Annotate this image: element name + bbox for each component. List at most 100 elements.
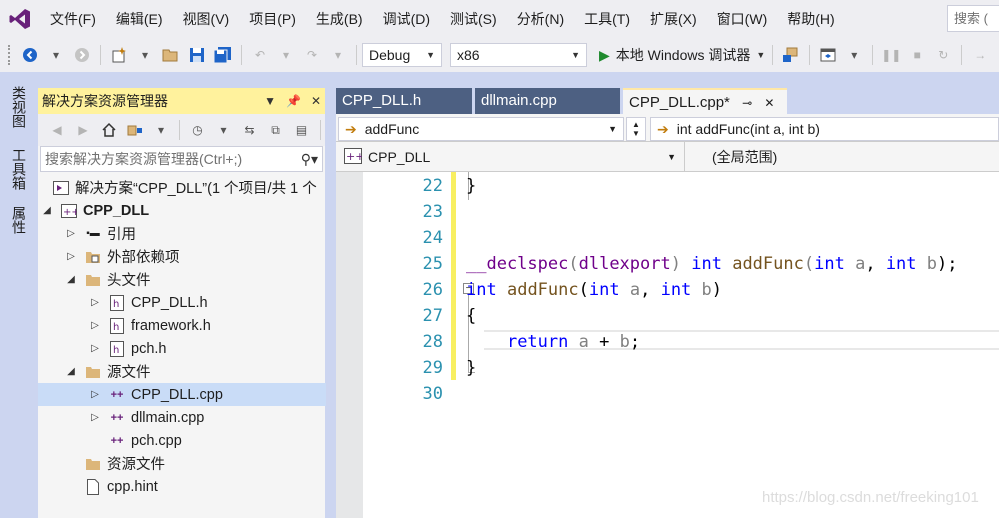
tree-item-references[interactable]: ▷ ▪▬ 引用 [38, 222, 326, 245]
undo-dropdown-icon[interactable]: ▾ [275, 43, 297, 67]
sync-with-active-document-icon[interactable]: ⇆ [239, 118, 261, 142]
forward-icon[interactable]: ▶ [72, 118, 94, 142]
solution-explorer-search-input[interactable]: 搜索解决方案资源管理器(Ctrl+;) ⚲▾ [40, 146, 323, 172]
solution-config-select[interactable]: Debug ▼ [362, 43, 442, 67]
switch-views-dropdown-icon[interactable]: ▾ [150, 118, 172, 142]
member-select[interactable]: ➔ addFunc ▼ [338, 117, 624, 141]
redo-dropdown-icon[interactable]: ▾ [327, 43, 349, 67]
back-dropdown-icon[interactable]: ▾ [45, 43, 67, 67]
filter-dropdown-icon[interactable]: ▾ [213, 118, 235, 142]
code-line: __declspec(dllexport) int addFunc(int a,… [466, 254, 958, 274]
tab-cpp-dll-h[interactable]: CPP_DLL.h [336, 88, 472, 114]
restart-icon[interactable]: ↻ [932, 43, 954, 67]
pending-changes-filter-icon[interactable]: ◷ [187, 118, 209, 142]
collapse-all-icon[interactable]: ⧉ [265, 118, 287, 142]
menu-help[interactable]: 帮助(H) [777, 0, 844, 38]
collapsed-arrow-icon[interactable]: ▷ [88, 320, 102, 331]
expanded-arrow-icon[interactable]: ◢ [64, 274, 78, 285]
save-icon[interactable] [186, 43, 208, 67]
undo-icon[interactable]: ↶ [249, 43, 271, 67]
new-dropdown-icon[interactable]: ▾ [134, 43, 156, 67]
close-icon[interactable]: ✕ [764, 96, 774, 110]
tree-item-source-files[interactable]: ◢ 源文件 [38, 360, 326, 383]
splitter-button[interactable]: ▲ ▼ [626, 117, 646, 141]
tree-item-pch-cpp[interactable]: ++ pch.cpp [38, 429, 326, 452]
pin-icon[interactable]: ⊸ [742, 96, 752, 110]
tree-item-framework-h[interactable]: ▷ h framework.h [38, 314, 326, 337]
toolbar-separator [319, 120, 320, 140]
menu-build[interactable]: 生成(B) [306, 0, 373, 38]
show-next-statement-icon[interactable]: → [969, 43, 991, 67]
line-number: 27 [422, 306, 443, 326]
class-view-tab[interactable]: 类视图 [9, 86, 27, 128]
pin-icon[interactable]: 📌 [286, 94, 301, 108]
menu-search-input[interactable]: 搜索 ( [947, 5, 999, 32]
code-editor[interactable]: 22 23 24 25 26 27 28 29 30 − } __declspe… [336, 172, 999, 518]
scope-select[interactable]: (全局范围) [706, 145, 996, 169]
stop-icon[interactable]: ■ [906, 43, 928, 67]
project-select[interactable]: ++ CPP_DLL ▼ [338, 145, 682, 169]
toolbox-tab[interactable]: 工具箱 [9, 148, 27, 190]
menu-debug[interactable]: 调试(D) [373, 0, 440, 38]
expanded-arrow-icon[interactable]: ◢ [64, 366, 78, 377]
toolbar-grip[interactable] [8, 45, 12, 65]
open-file-icon[interactable] [160, 43, 182, 67]
pause-icon[interactable]: ❚❚ [880, 43, 902, 67]
window-position-dropdown-icon[interactable]: ▼ [264, 94, 276, 108]
code-line: } [466, 358, 477, 378]
menu-edit[interactable]: 编辑(E) [106, 0, 173, 38]
browser-link-icon[interactable] [817, 43, 839, 67]
tree-item-cpp-dll-cpp[interactable]: ▷ ++ CPP_DLL.cpp [38, 383, 326, 406]
collapsed-arrow-icon[interactable]: ▷ [88, 297, 102, 308]
save-all-icon[interactable] [212, 43, 234, 67]
menu-extensions[interactable]: 扩展(X) [640, 0, 707, 38]
menu-view[interactable]: 视图(V) [173, 0, 240, 38]
chevron-up-icon: ▲ [632, 120, 640, 129]
menu-project[interactable]: 项目(P) [239, 0, 306, 38]
tree-item-cpp-dll-h[interactable]: ▷ h CPP_DLL.h [38, 291, 326, 314]
tree-item-resource-files[interactable]: 资源文件 [38, 452, 326, 475]
tree-item-cpp-hint[interactable]: cpp.hint [38, 475, 326, 498]
collapsed-arrow-icon[interactable]: ▷ [88, 343, 102, 354]
menu-window[interactable]: 窗口(W) [707, 0, 778, 38]
menu-analyze[interactable]: 分析(N) [507, 0, 574, 38]
tree-item-external-deps[interactable]: ▷ 外部依赖项 [38, 245, 326, 268]
menu-test[interactable]: 测试(S) [440, 0, 507, 38]
toolbar-separator [241, 45, 242, 65]
back-icon[interactable]: ◀ [46, 118, 68, 142]
visual-studio-logo-icon[interactable] [0, 0, 40, 38]
member-navigation-bar: ➔ addFunc ▼ ▲ ▼ ➔ int addFunc(int a, int… [336, 114, 999, 142]
expanded-arrow-icon[interactable]: ◢ [40, 205, 54, 216]
properties-tab[interactable]: 属性 [9, 206, 27, 234]
find-in-files-icon[interactable] [780, 43, 802, 67]
collapsed-arrow-icon[interactable]: ▷ [88, 412, 102, 423]
search-icon[interactable]: ⚲▾ [301, 151, 318, 168]
forward-icon[interactable] [71, 43, 93, 67]
collapsed-arrow-icon[interactable]: ▷ [64, 228, 78, 239]
new-project-icon[interactable] [108, 43, 130, 67]
indicator-margin[interactable] [336, 172, 363, 518]
tab-cpp-dll-cpp[interactable]: CPP_DLL.cpp* ⊸ ✕ [623, 88, 787, 114]
header-file-icon: h [108, 294, 126, 311]
show-all-files-icon[interactable]: ▤ [291, 118, 313, 142]
redo-icon[interactable]: ↷ [301, 43, 323, 67]
tab-dllmain-cpp[interactable]: dllmain.cpp [475, 88, 620, 114]
tree-item-dllmain-cpp[interactable]: ▷ ++ dllmain.cpp [38, 406, 326, 429]
browser-link-dropdown-icon[interactable]: ▾ [843, 43, 865, 67]
switch-views-icon[interactable] [124, 118, 146, 142]
tree-item-project[interactable]: ◢ ++ CPP_DLL [38, 199, 326, 222]
back-icon[interactable] [19, 43, 41, 67]
home-icon[interactable] [98, 118, 120, 142]
collapsed-arrow-icon[interactable]: ▷ [64, 251, 78, 262]
tree-item-solution[interactable]: 解决方案“CPP_DLL”(1 个项目/共 1 个 [38, 176, 326, 199]
toolbar-separator [872, 45, 874, 65]
solution-platform-select[interactable]: x86 ▼ [450, 43, 587, 67]
tree-item-pch-h[interactable]: ▷ h pch.h [38, 337, 326, 360]
menu-tools[interactable]: 工具(T) [574, 0, 640, 38]
menu-file[interactable]: 文件(F) [40, 0, 106, 38]
function-select[interactable]: ➔ int addFunc(int a, int b) [650, 117, 999, 141]
tree-item-header-files[interactable]: ◢ 头文件 [38, 268, 326, 291]
collapsed-arrow-icon[interactable]: ▷ [88, 389, 102, 400]
start-debugging-button[interactable]: ▶ 本地 Windows 调试器 ▼ [599, 43, 765, 67]
close-icon[interactable]: ✕ [311, 94, 321, 108]
